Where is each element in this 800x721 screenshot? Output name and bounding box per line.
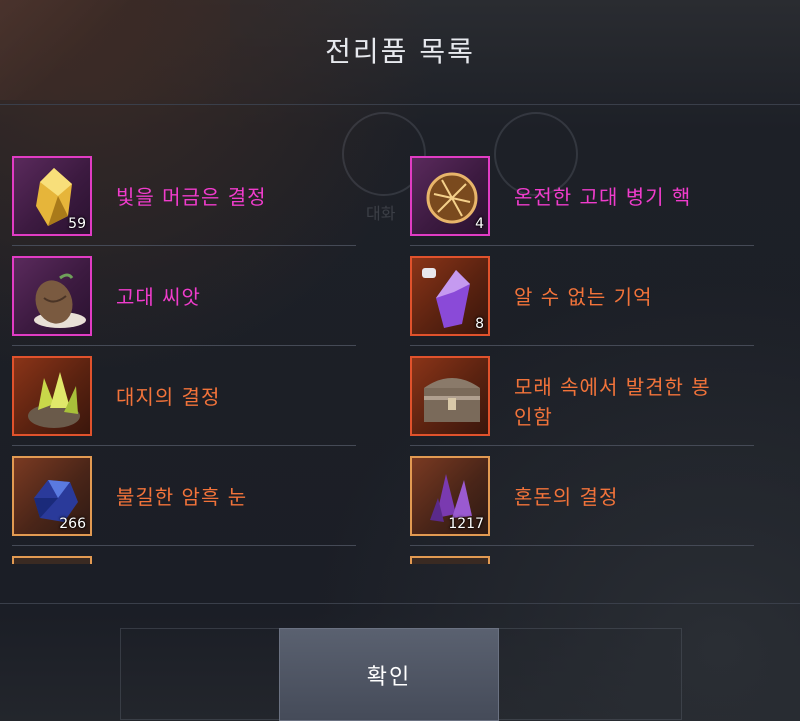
item-name: 불길한 암흑 눈 xyxy=(116,485,248,509)
dialog-header: 전리품 목록 xyxy=(0,0,800,105)
item-name: 혼돈의 결정 xyxy=(514,485,619,509)
sealed-chest-icon xyxy=(410,356,490,436)
loot-item[interactable]: 모래 속에서 발견한 봉인함 xyxy=(410,346,754,446)
item-name: 모래 속에서 발견한 봉인함 xyxy=(514,375,711,429)
dialog-title: 전리품 목록 xyxy=(325,35,475,68)
loot-item[interactable]: 59 빛을 머금은 결정 xyxy=(12,146,356,246)
list-divider xyxy=(0,603,800,604)
chaos-crystal-icon: 1217 xyxy=(410,456,490,536)
loot-item[interactable]: 대지의 결정 xyxy=(12,346,356,446)
memory-crystal-icon: 8 xyxy=(410,256,490,336)
item-name: 온전한 고대 병기 핵 xyxy=(514,185,692,209)
ancient-core-icon: 4 xyxy=(410,156,490,236)
loot-item[interactable]: 고대 씨앗 xyxy=(12,246,356,346)
confirm-button[interactable]: 확인 xyxy=(279,628,499,721)
partial-item-frame xyxy=(410,556,490,564)
item-name: 알 수 없는 기억 xyxy=(514,285,653,309)
background-label: 대화 xyxy=(366,204,396,223)
item-name: 대지의 결정 xyxy=(116,385,221,409)
partial-item-frame xyxy=(12,556,92,564)
loot-item[interactable]: 4 온전한 고대 병기 핵 xyxy=(410,146,754,246)
seed-icon xyxy=(12,256,92,336)
loot-item[interactable]: 1217 혼돈의 결정 xyxy=(410,446,754,546)
loot-item[interactable]: 266 불길한 암흑 눈 xyxy=(12,446,356,546)
earth-crystal-icon xyxy=(12,356,92,436)
item-name: 고대 씨앗 xyxy=(116,285,201,309)
gold-crystal-icon: 59 xyxy=(12,156,92,236)
dark-gem-icon: 266 xyxy=(12,456,92,536)
loot-item[interactable]: 8 알 수 없는 기억 xyxy=(410,246,754,346)
item-name: 빛을 머금은 결정 xyxy=(116,185,267,209)
